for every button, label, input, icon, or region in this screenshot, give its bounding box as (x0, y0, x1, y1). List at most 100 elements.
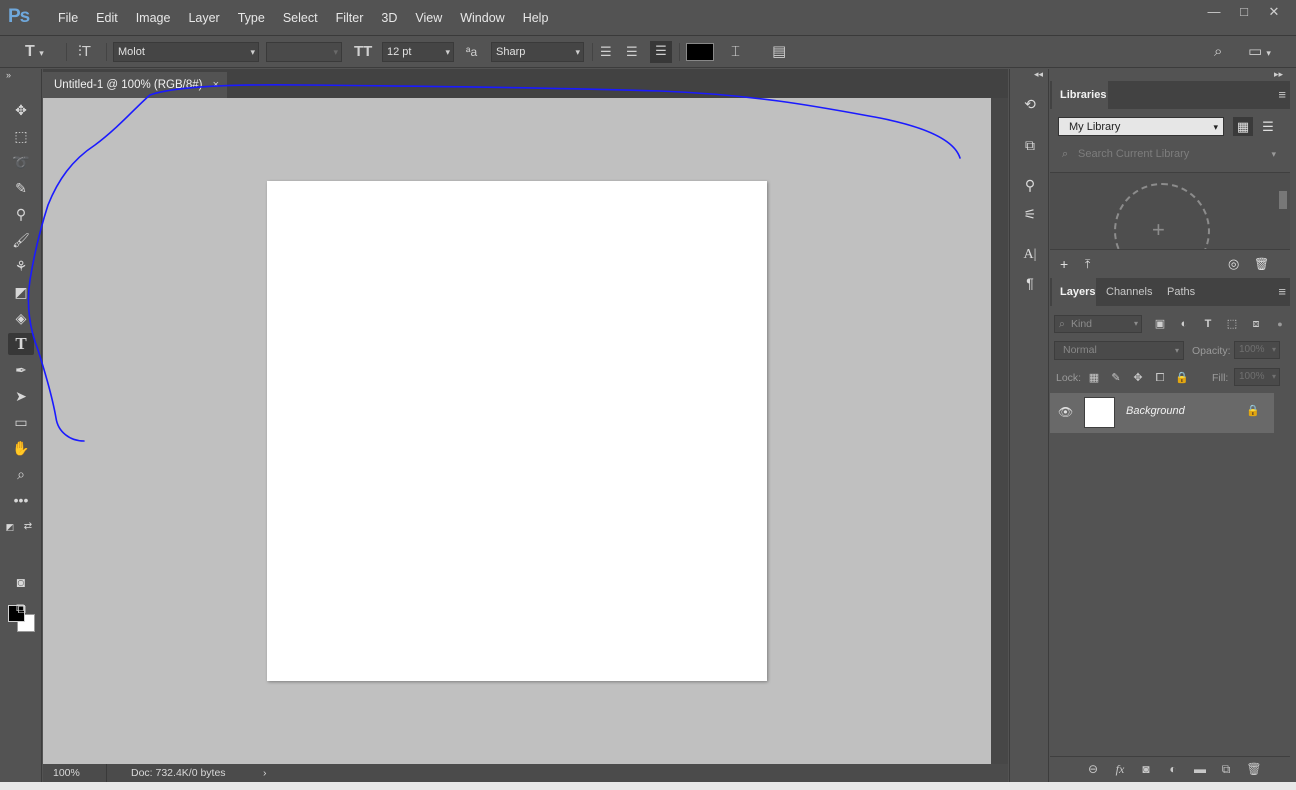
lock-position-icon[interactable]: ✥ (1130, 370, 1146, 386)
tab-layers[interactable]: Layers (1052, 278, 1096, 306)
search-icon[interactable]: ⌕ (1214, 42, 1222, 62)
close-button[interactable]: ✕ (1266, 4, 1282, 20)
panel-menu-icon[interactable]: ≡ (1278, 284, 1286, 299)
properties-icon[interactable]: ⧉ (1018, 133, 1042, 157)
library-search-input[interactable]: ⌕ Search Current Library ▾ (1056, 144, 1278, 164)
eye-icon[interactable]: 👁 (1058, 405, 1073, 419)
adjustments-icon[interactable]: ⚟ (1018, 202, 1042, 226)
link-layers-icon[interactable]: ⊖ (1083, 760, 1103, 778)
blend-mode-dropdown[interactable]: Normal ▾ (1054, 341, 1184, 360)
hand-tool-icon[interactable]: ✋ (8, 437, 34, 459)
font-size-dropdown[interactable]: 12 pt ▾ (382, 42, 454, 62)
vertical-scrollbar[interactable] (991, 98, 1008, 764)
character-panel-icon[interactable]: ▤ (772, 42, 786, 62)
filter-smart-object-icon[interactable]: ⧈ (1248, 315, 1264, 333)
warp-text-icon[interactable]: ⌶ (731, 42, 740, 62)
new-group-icon[interactable]: ▬ (1190, 760, 1210, 778)
filter-adjustment-icon[interactable]: ◐ (1176, 315, 1192, 333)
antialias-dropdown[interactable]: Sharp ▾ (491, 42, 584, 62)
library-dropdown[interactable]: My Library ▾ (1058, 117, 1224, 136)
collapse-dock-icon[interactable]: ◂◂ (1034, 69, 1043, 80)
adjustment-layer-icon[interactable]: ◐ (1163, 760, 1183, 778)
marquee-tool-icon[interactable]: ⬚ (8, 125, 34, 147)
font-style-dropdown[interactable]: ▾ (266, 42, 342, 62)
add-content-icon[interactable]: + (1060, 253, 1068, 275)
add-mask-icon[interactable]: ◙ (1136, 760, 1156, 778)
eraser-tool-icon[interactable]: ◩ (8, 281, 34, 303)
more-tools-icon[interactable]: ••• (8, 489, 34, 511)
quick-selection-tool-icon[interactable]: ✎ (8, 177, 34, 199)
filter-shape-icon[interactable]: ⬚ (1224, 315, 1240, 333)
text-orientation-icon[interactable]: ⫶T (78, 42, 91, 62)
stamp-tool-icon[interactable]: ⚘ (8, 255, 34, 277)
move-tool-icon[interactable]: ✥ (8, 99, 34, 121)
zoom-level[interactable]: 100% (43, 764, 107, 782)
text-color-swatch[interactable] (686, 43, 714, 61)
screen-mode-icon[interactable]: ⧉ (8, 597, 34, 619)
panel-menu-icon[interactable]: ≡ (1278, 87, 1286, 102)
default-colors-icon[interactable]: ◩ (4, 516, 16, 538)
brush-tool-icon[interactable]: 🖌 (8, 229, 34, 251)
grid-view-icon[interactable]: ▦ (1233, 117, 1253, 136)
library-scrollbar[interactable] (1278, 181, 1288, 243)
menu-window[interactable]: Window (451, 11, 513, 25)
upload-icon[interactable]: ⤒ (1085, 253, 1090, 275)
rectangle-tool-icon[interactable]: ▭ (8, 411, 34, 433)
paint-bucket-tool-icon[interactable]: ◈ (8, 307, 34, 329)
quick-mask-icon[interactable]: ◙ (8, 571, 34, 593)
menu-type[interactable]: Type (229, 11, 274, 25)
swap-colors-icon[interactable]: ⇄ (22, 516, 34, 538)
document-tab[interactable]: Untitled-1 @ 100% (RGB/8#) × (43, 72, 227, 98)
trash-icon[interactable]: 🗑 (1254, 253, 1269, 275)
layer-name[interactable]: Background (1126, 405, 1185, 417)
lock-artboard-icon[interactable]: ⧠ (1152, 370, 1168, 386)
menu-image[interactable]: Image (127, 11, 180, 25)
lasso-tool-icon[interactable]: ➰ (8, 151, 34, 173)
font-family-dropdown[interactable]: Molot ▾ (113, 42, 259, 62)
menu-layer[interactable]: Layer (179, 11, 228, 25)
history-icon[interactable]: ⟲ (1018, 92, 1042, 116)
status-menu-arrow[interactable]: › (263, 764, 267, 782)
menu-edit[interactable]: Edit (87, 11, 127, 25)
layer-row[interactable]: 👁 Background 🔒 (1050, 393, 1274, 433)
tab-libraries[interactable]: Libraries (1052, 81, 1108, 109)
opacity-field[interactable]: 100% ▾ (1234, 341, 1280, 359)
tab-paths[interactable]: Paths (1159, 278, 1203, 306)
minimize-button[interactable]: — (1206, 4, 1222, 20)
maximize-button[interactable]: □ (1236, 4, 1252, 20)
layer-filter-kind[interactable]: ⌕ Kind ▾ (1054, 315, 1142, 333)
menu-view[interactable]: View (406, 11, 451, 25)
scroll-thumb[interactable] (1279, 191, 1287, 209)
lock-transparent-icon[interactable]: ▦ (1086, 370, 1102, 386)
align-right-icon[interactable]: ☰ (650, 41, 672, 63)
fx-icon[interactable]: fx (1110, 760, 1130, 778)
tool-preset-picker[interactable]: T ▾ (25, 42, 44, 62)
delete-layer-icon[interactable]: 🗑 (1244, 760, 1264, 778)
menu-file[interactable]: File (49, 11, 87, 25)
filter-type-icon[interactable]: T (1200, 315, 1216, 333)
character-icon[interactable]: A| (1018, 243, 1042, 267)
fill-field[interactable]: 100% ▾ (1234, 368, 1280, 386)
menu-select[interactable]: Select (274, 11, 327, 25)
close-tab-icon[interactable]: × (213, 72, 219, 98)
expand-toolbar-icon[interactable]: » (6, 69, 32, 81)
menu-3d[interactable]: 3D (372, 11, 406, 25)
eyedropper-tool-icon[interactable]: ⚲ (8, 203, 34, 225)
list-view-icon[interactable]: ☰ (1258, 117, 1278, 136)
expand-panels-icon[interactable]: ▸▸ (1274, 69, 1283, 80)
menu-help[interactable]: Help (514, 11, 558, 25)
zoom-tool-icon[interactable]: ⌕ (8, 463, 34, 485)
document-canvas[interactable] (267, 181, 767, 681)
brushes-icon[interactable]: ⚲ (1018, 173, 1042, 197)
paragraph-icon[interactable]: ¶ (1018, 271, 1042, 295)
menu-filter[interactable]: Filter (327, 11, 373, 25)
tab-channels[interactable]: Channels (1098, 278, 1160, 306)
filter-toggle-icon[interactable]: ● (1272, 315, 1288, 333)
workspace-icon[interactable]: ▭ ▾ (1248, 42, 1271, 62)
lock-all-icon[interactable]: 🔒 (1174, 370, 1190, 386)
type-tool-icon[interactable]: T (8, 333, 34, 355)
filter-pixel-icon[interactable]: ▣ (1152, 315, 1168, 333)
creative-cloud-icon[interactable]: ◎ (1228, 253, 1239, 275)
new-layer-icon[interactable]: ⧉ (1216, 760, 1236, 778)
align-left-icon[interactable]: ☰ (600, 42, 612, 62)
